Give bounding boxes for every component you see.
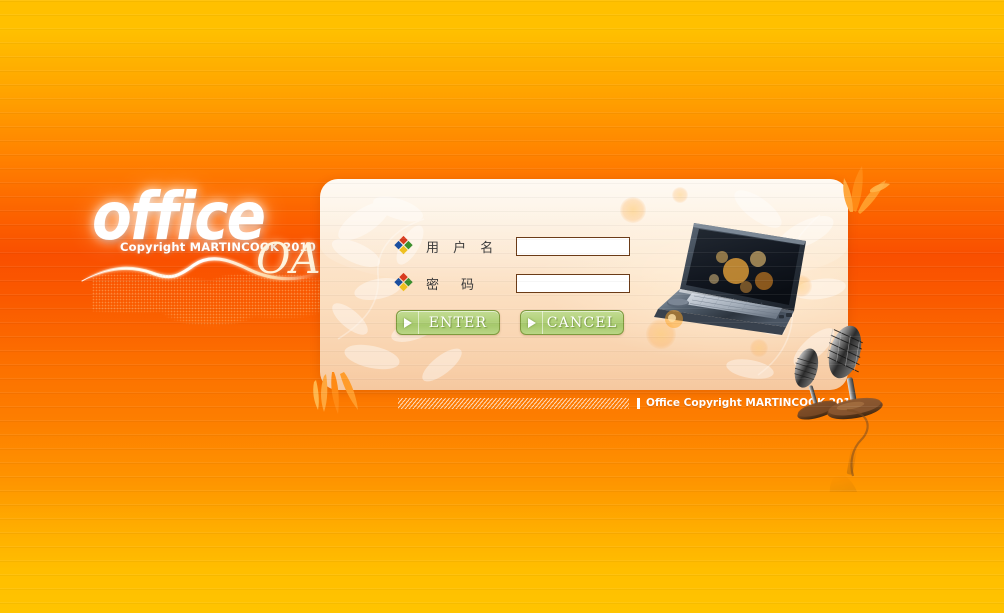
password-label-char1: 密: [426, 278, 462, 293]
cancel-button-label: CANCEL: [546, 314, 618, 331]
bokeh-glow: [672, 187, 688, 203]
submit-button-label: ENTER: [428, 314, 488, 331]
footer-separator: [637, 397, 641, 409]
password-row: 密码: [393, 272, 630, 294]
brand-logo: office Copyright MARTINCOOK 2010 OA: [78, 183, 328, 333]
play-triangle-icon: [521, 311, 543, 334]
login-panel: 用 户 名 密码 ENTER CANCEL: [320, 179, 848, 390]
halftone-world-map-icon: [92, 271, 320, 333]
password-label: 密码: [426, 274, 498, 293]
username-input[interactable]: [516, 237, 630, 256]
password-label-char2: 码: [461, 278, 480, 293]
form-actions: ENTER CANCEL: [396, 310, 624, 335]
username-row: 用 户 名: [393, 235, 630, 257]
retro-microphones-icon: [794, 325, 883, 492]
username-label: 用 户 名: [426, 241, 499, 256]
play-triangle-icon: [397, 311, 419, 334]
cancel-button[interactable]: CANCEL: [520, 310, 624, 335]
login-page: office Copyright MARTINCOOK 2010 OA 用 户 …: [0, 0, 1004, 613]
hatched-stripe-bar-icon: [398, 397, 630, 409]
password-input[interactable]: [516, 274, 630, 293]
windows-diamond-icon: [393, 235, 414, 257]
submit-button[interactable]: ENTER: [396, 310, 500, 335]
windows-diamond-icon: [393, 272, 414, 294]
